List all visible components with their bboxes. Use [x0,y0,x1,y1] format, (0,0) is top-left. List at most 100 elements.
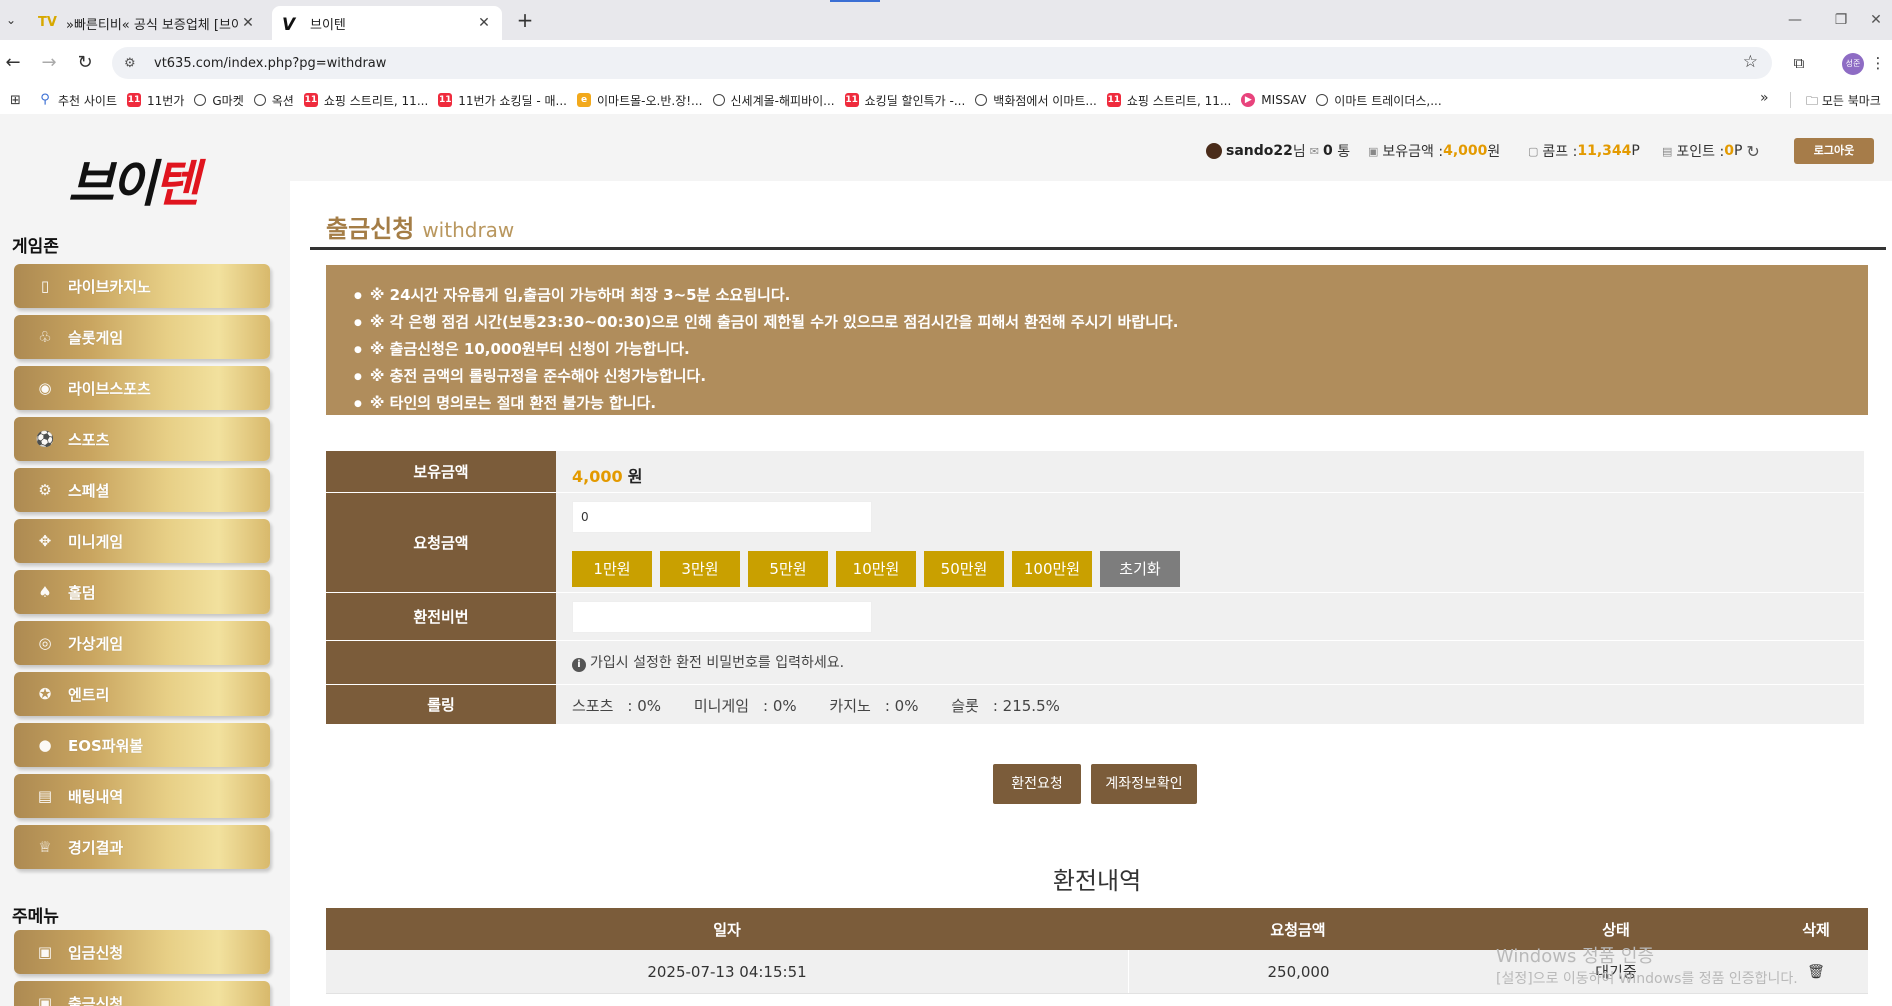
bookmark-label: 이마트몰-오.반.장!... [597,93,703,108]
form-row-request-amount: 요청금액 1만원 3만원 5만원 10만원 50만원 100만원 초기화 [326,493,1864,593]
bookmark-item[interactable]: e 이마트몰-오.반.장!... [577,92,703,109]
window-close-icon[interactable]: ✕ [1860,8,1892,32]
logout-button[interactable]: 로그아웃 [1794,138,1874,164]
bookmark-item[interactable]: 백화점에서 이마트... [975,92,1097,109]
message-unit: 통 [1337,144,1351,160]
sidebar-item-match-results[interactable]: ♕ 경기결과 [14,825,270,869]
mail-icon: ✉ [1309,144,1319,158]
tab-title: 브이텐 [310,17,346,33]
bookmark-item[interactable]: 11 11번가 [127,92,184,109]
sidebar-item-special[interactable]: ⚙ 스페셜 [14,468,270,512]
reset-amount-button[interactable]: 초기화 [1100,551,1180,587]
bookmark-item[interactable]: ▶ MISSAV [1241,93,1306,107]
sidebar-item-virtual-game[interactable]: ◎ 가상게임 [14,621,270,665]
sidebar-item-deposit[interactable]: ▣ 입금신청 [14,930,270,974]
bookmarks-divider [1790,92,1791,108]
search-icon: ⚲ [40,92,50,107]
11st-icon: 11 [127,93,142,107]
sidebar-item-holdem[interactable]: ♠ 홀덤 [14,570,270,614]
reload-icon[interactable]: ↻ [72,50,98,76]
notice-line: ● ※ 충전 금액의 롤링규정을 준수해야 신청가능합니다. [354,367,707,385]
header-amount: 요청금액 [1270,920,1326,939]
site-logo[interactable]: 브이텐 [68,144,200,216]
forward-icon[interactable]: → [36,50,62,76]
message-count[interactable]: 0 [1323,143,1333,159]
sidebar-item-sports[interactable]: ⚽ 스포츠 [14,417,270,461]
header-date: 일자 [713,920,741,939]
sidebar-item-betting-history[interactable]: ▤ 배팅내역 [14,774,270,818]
notice-box: ● ※ 24시간 자유롭게 입,출금이 가능하며 최장 3~5분 소요됩니다. ●… [326,265,1868,415]
tab-close-icon[interactable]: ✕ [476,15,492,31]
info-icon: i [572,658,586,672]
comp-info: ▢ 콤프 : 11,344 P [1528,141,1640,161]
main-menu-title: 주메뉴 [12,907,59,927]
browser-menu-icon[interactable]: ⋮ [1868,50,1888,76]
sidebar-item-withdraw[interactable]: ▣ 출금신청 [14,981,270,1006]
all-bookmarks-label: 모든 북마크 [1821,94,1881,108]
bookmark-item[interactable]: 신세계몰-해피바이... [712,92,835,109]
11st-icon: 11 [1106,93,1121,107]
bookmark-item[interactable]: 옥션 [253,92,294,109]
minimize-icon[interactable]: — [1775,8,1815,32]
all-bookmarks-folder[interactable]: 🗀 모든 북마크 [1806,92,1881,113]
sidebar-item-eos-powerball[interactable]: ● EOS파워볼 [14,723,270,767]
bookmark-star-icon[interactable]: ☆ [1743,52,1758,72]
balance-row-label: 보유금액 [326,451,556,492]
sidebar-item-live-casino[interactable]: ▯ 라이브카지노 [14,264,270,308]
sidebar-item-live-sports[interactable]: ◉ 라이브스포츠 [14,366,270,410]
bookmarks-overflow-icon[interactable]: » [1760,90,1769,106]
amount-50k-button[interactable]: 5만원 [748,551,828,587]
apps-grid-icon[interactable]: ⊞ [10,93,24,108]
rolling-slot: 슬롯: 215.5% [951,697,1060,715]
bookmark-item[interactable]: 11 쇼킹딜 할인특가 -... [844,92,965,109]
trophy-icon: ♕ [38,838,52,856]
url-input[interactable]: ⚙ vt635.com/index.php?pg=withdraw ☆ [112,47,1772,79]
bookmark-item[interactable]: ⚲ 추천 사이트 [38,92,117,109]
browser-tab-active[interactable]: V 브이텐 ✕ [272,6,502,40]
amount-500k-button[interactable]: 50만원 [924,551,1004,587]
amount-100k-button[interactable]: 10만원 [836,551,916,587]
title-divider [310,247,1886,250]
comp-label: 콤프 : [1542,144,1578,160]
amount-1m-button[interactable]: 100만원 [1012,551,1092,587]
extensions-icon[interactable]: ⧉ [1786,50,1812,76]
amount-10k-button[interactable]: 1만원 [572,551,652,587]
bookmark-item[interactable]: 11 쇼핑 스트리트, 11... [303,92,428,109]
hint-row-value: i 가입시 설정한 환전 비밀번호를 입력하세요. [556,641,1864,684]
amount-30k-button[interactable]: 3만원 [660,551,740,587]
restore-icon[interactable]: ❐ [1821,8,1861,32]
username: sando22 [1226,143,1293,159]
back-icon[interactable]: ← [0,50,26,76]
form-row-rolling: 롤링 스포츠: 0% 미니게임: 0% 카지노: 0% 슬롯: 215.5% [326,685,1864,725]
wallet-icon: ▣ [1368,144,1379,158]
refresh-icon[interactable]: ↻ [1746,142,1759,161]
account-info-button[interactable]: 계좌정보확인 [1091,764,1197,804]
bookmark-item[interactable]: 11 11번가 쇼킹딜 - 매... [438,92,567,109]
point-icon: ▤ [1662,144,1673,158]
bookmark-label: 11번가 쇼킹딜 - 매... [458,93,567,108]
rolling-minigame: 미니게임: 0% [693,697,797,715]
tv-favicon-icon: TV [38,15,57,30]
tab-close-icon[interactable]: ✕ [240,15,256,31]
bookmark-item[interactable]: 11 쇼핑 스트리트, 11... [1106,92,1231,109]
bookmark-label: 11번가 [147,93,185,108]
gamepad-icon: ✥ [38,532,52,550]
balance-amount-unit: 원 [627,467,643,486]
new-tab-button[interactable]: + [512,7,538,33]
sidebar-item-slot[interactable]: ♧ 슬롯게임 [14,315,270,359]
tab-search-dropdown-icon[interactable]: ⌄ [0,7,22,33]
window-accent-line [830,0,880,2]
browser-tab[interactable]: TV »빠른티비« 공식 보증업체 [브이 ✕ [28,6,266,40]
withdraw-password-input[interactable] [572,601,872,633]
bookmark-label: 추천 사이트 [58,93,118,108]
sidebar-item-mini-game[interactable]: ✥ 미니게임 [14,519,270,563]
site-info-icon[interactable]: ⚙ [124,56,142,71]
bookmark-item[interactable]: 이마트 트레이더스,... [1316,92,1442,109]
profile-avatar[interactable]: 성준 [1842,53,1864,75]
page-viewport: 브이텐 게임존 ▯ 라이브카지노 ♧ 슬롯게임 ◉ 라이브스포츠 ⚽ 스포츠 ⚙ 스페셜 … [0,114,1892,1006]
sidebar-item-entry[interactable]: ✪ 엔트리 [14,672,270,716]
bookmark-item[interactable]: G마켓 [194,92,244,109]
emart-icon: e [577,93,591,107]
request-amount-input[interactable] [572,501,872,533]
withdraw-request-button[interactable]: 환전요청 [993,764,1081,804]
